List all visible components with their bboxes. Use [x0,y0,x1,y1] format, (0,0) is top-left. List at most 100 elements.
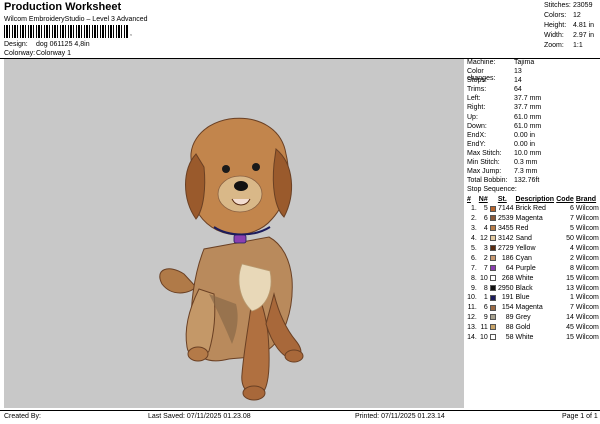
machine-row: Right: 37.7 mm [467,104,600,113]
machine-row: Color changes: 13 [467,68,600,83]
machine-value: 0.00 in [514,140,536,148]
row-code: 15 [566,334,574,342]
row-index: 10. [467,294,477,302]
row-index: 12. [467,314,477,322]
machine-label: Min Stitch: [467,159,500,167]
row-code: 50 [566,235,574,243]
row-stitches: 2950 [497,284,514,292]
row-needle: 10 [480,274,488,282]
color-swatch [489,245,496,252]
last-saved: Last Saved: 07/11/2025 01.23.08 [148,413,251,420]
machine-row: Down: 61.0 mm [467,123,600,132]
design-row: Design: dog 061125 4,8in [4,41,90,48]
stat-value: 12 [573,12,581,19]
color-swatch [489,255,496,262]
machine-value: Tajima [514,59,535,66]
machine-label: Color changes: [467,68,496,83]
machine-label: Max Stitch: [467,149,502,157]
col-description: Description [515,196,555,203]
page-number: Page 1 of 1 [562,413,598,420]
row-swatch [489,323,497,333]
stats-panel: Stitches: 23059 Colors: 12 Height: 4.81 in … [544,2,600,52]
row-swatch [489,214,497,224]
machine-info: Machine: Tajima Color changes: 13 Stops: 14… [467,59,600,186]
row-code: 45 [566,324,574,332]
row-index: 7. [470,264,477,272]
row-brand: Wilcom [575,245,599,252]
row-description: Red [515,225,529,233]
row-stitches: 89 [505,314,514,322]
row-index: 9. [470,284,477,292]
machine-value: 64 [514,86,522,94]
row-stitches: 3142 [497,235,514,243]
machine-label: Up: [467,113,478,121]
machine-label: Down: [467,122,487,130]
row-swatch [489,313,497,323]
row-needle: 10 [480,334,488,342]
machine-value: 13 [514,68,522,76]
machine-row: EndY: 0.00 in [467,141,600,150]
stat-row: Colors: 12 [544,12,600,22]
row-stitches: 7144 [497,205,514,213]
machine-value: 61.0 mm [514,122,542,130]
color-swatch [489,294,496,301]
machine-label: Right: [467,104,486,112]
stat-value: 1:1 [573,42,583,49]
row-stitches: 88 [505,324,514,332]
row-brand: Wilcom [575,294,599,302]
row-stitches: 186 [501,254,514,262]
row-needle: 3 [483,245,488,252]
machine-row: EndX: 0.00 in [467,132,600,141]
row-description: Magenta [515,215,543,223]
color-swatch [489,205,496,212]
machine-value: 37.7 mm [514,95,542,103]
row-stitches: 2729 [497,245,514,252]
col-brand: Brand [575,196,597,203]
row-description: Brick Red [515,205,546,213]
row-index: 2. [470,215,477,223]
row-needle: 11 [480,324,488,332]
row-index: 6. [470,254,477,262]
colorway-value: Colorway 1 [36,50,72,57]
row-swatch [489,253,497,263]
table-row: 11. 6 154 Magenta 7 Wilcom [466,303,600,313]
table-row: 2. 6 2539 Magenta 7 Wilcom [466,214,600,224]
col-code: Code [556,196,574,203]
table-row: 5. 3 2729 Yellow 4 Wilcom [466,244,600,254]
color-swatch [489,215,496,222]
created-by: Created By: [4,413,41,420]
design-value: dog 061125 4,8in [36,41,90,48]
stat-label: Height: [544,22,567,29]
stat-label: Width: [544,32,564,39]
table-row: 12. 9 89 Grey 14 Wilcom [466,313,600,323]
row-stitches: 58 [505,334,514,342]
row-brand: Wilcom [575,215,599,223]
row-swatch [489,283,497,293]
row-needle: 5 [483,205,488,213]
row-stitches: 268 [501,274,514,282]
color-swatch [489,284,496,291]
machine-label: Max Jump: [467,168,502,176]
row-swatch [489,263,497,273]
machine-label: EndY: [467,140,486,148]
color-swatch [489,274,496,281]
row-description: Gold [515,324,531,332]
row-brand: Wilcom [575,205,599,213]
color-swatch [489,264,496,271]
row-needle: 12 [480,235,488,243]
row-swatch [489,204,497,214]
row-index: 1. [470,205,477,213]
row-needle: 1 [483,294,488,302]
row-code: 8 [569,264,574,272]
row-stitches: 3455 [497,225,514,233]
machine-label: Left: [467,95,481,103]
row-code: 4 [569,245,574,252]
row-index: 11. [467,304,477,312]
barcode-mark: , [130,30,132,37]
machine-value: 61.0 mm [514,113,542,121]
row-description: White [515,274,534,282]
design-label: Design: [4,41,28,48]
row-brand: Wilcom [575,324,599,332]
machine-value: 0.00 in [514,131,536,139]
row-swatch [489,293,497,303]
